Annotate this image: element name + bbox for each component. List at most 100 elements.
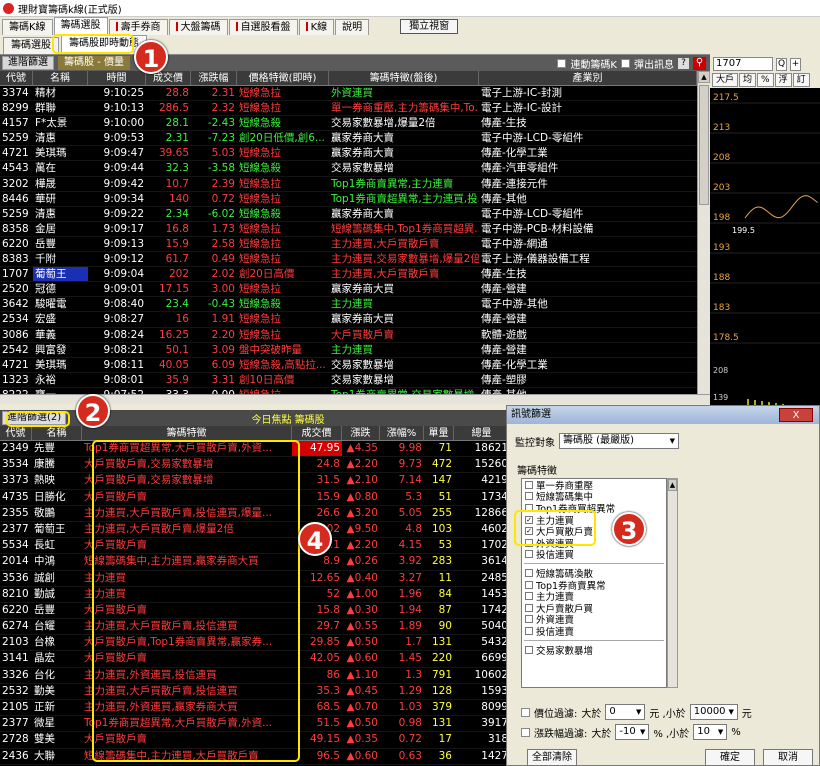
cell: 39.65 bbox=[158, 147, 189, 160]
checkbox-icon[interactable] bbox=[525, 626, 533, 635]
col-header[interactable]: 時間 bbox=[88, 71, 146, 85]
cell: 4157 bbox=[2, 117, 29, 130]
tab-label: 說明 bbox=[342, 22, 363, 33]
col-header[interactable]: 漲跌 bbox=[342, 426, 380, 440]
checkbox-icon[interactable] bbox=[525, 645, 533, 654]
col-header[interactable]: 代號 bbox=[0, 426, 32, 440]
col-header[interactable]: 成交價 bbox=[292, 426, 342, 440]
cell: 16 bbox=[175, 313, 189, 326]
col-header[interactable]: 單量 bbox=[424, 426, 454, 440]
tab-5[interactable]: K線 bbox=[298, 19, 335, 35]
col-header[interactable]: 名稱 bbox=[33, 71, 88, 85]
table-row[interactable]: 8383 千附 9:09:12 61.7 0.49 短線急拉 主力連買,交易家數暴增,爆量2… bbox=[0, 252, 697, 268]
subtab-chip-select[interactable]: 籌碼選股 bbox=[3, 37, 59, 54]
scroll-up-icon[interactable]: ▲ bbox=[698, 71, 710, 83]
price-min-select[interactable]: 0 ▼ bbox=[605, 704, 646, 720]
table-row[interactable]: 2534 宏盛 9:08:27 16 1.91 短線急拉 贏家券商大買 傳產-營建 bbox=[0, 312, 697, 328]
link-chipk-checkbox[interactable] bbox=[557, 58, 567, 68]
table-row[interactable]: 3374 精材 9:10:25 28.8 2.31 短線急拉 外資連買 電子上游-IC-封測 bbox=[0, 86, 697, 102]
price-min-value: 0 bbox=[609, 706, 616, 717]
tab-3[interactable]: 大盤籌碼 bbox=[168, 19, 228, 35]
chip-feature-item[interactable]: 交易家數暴增 bbox=[522, 644, 666, 657]
table-row[interactable]: 2520 冠德 9:09:01 17.15 3.00 短線急拉 贏家券商大買 傳產-營建 bbox=[0, 282, 697, 298]
col-header[interactable]: 漲幅% bbox=[380, 426, 424, 440]
checkbox-icon[interactable] bbox=[525, 492, 533, 501]
table-row[interactable]: 1323 永裕 9:08:01 35.9 3.31 創10日高價 交易家數暴增 傳產-塑膠 bbox=[0, 373, 697, 388]
search-icon[interactable]: ⚲ bbox=[693, 56, 706, 70]
table-row[interactable]: 4721 美琪瑪 9:09:47 39.65 5.03 短線急拉 贏家券商大賣 傳產-化學工業 bbox=[0, 146, 697, 162]
checkbox-icon[interactable] bbox=[525, 615, 533, 624]
stock-search-icon[interactable]: Q bbox=[776, 57, 787, 71]
table-row[interactable]: 3086 華義 9:08:24 16.25 2.20 短線急拉 大戶買散戶賣 軟體-遊戲 bbox=[0, 328, 697, 343]
chip-feature-item[interactable]: 投信連賣 bbox=[522, 625, 666, 638]
table-row[interactable]: 3642 駿曜電 9:08:40 23.4 -0.43 短線急殺 主力連買 電子中游-其他 bbox=[0, 297, 697, 313]
checkbox-icon[interactable] bbox=[525, 592, 533, 601]
col-header[interactable]: 名稱 bbox=[32, 426, 82, 440]
clear-all-button[interactable]: 全部清除 bbox=[527, 749, 577, 766]
col-header[interactable]: 籌碼特徵 bbox=[82, 426, 292, 440]
table-row[interactable]: 8358 金居 9:09:17 16.8 1.73 短線急拉 短線籌碼集中,Top1券商買超… bbox=[0, 222, 697, 237]
tab-6[interactable]: 說明 bbox=[335, 19, 370, 35]
checkbox-icon[interactable] bbox=[525, 550, 533, 559]
table-row[interactable]: 4157 F*太景 9:10:00 28.1 -2.43 短線急殺 交易家數暴增,爆量2倍 傳… bbox=[0, 116, 697, 132]
popout-window-button[interactable]: 獨立視窗 bbox=[400, 18, 459, 34]
checkbox-icon[interactable] bbox=[525, 580, 533, 589]
chart-mode-button[interactable]: % bbox=[757, 73, 774, 87]
table-row[interactable]: 5259 清惠 9:09:53 2.31 -7.23 創20日低價,創6... 贏家券商大賣… bbox=[0, 131, 697, 147]
list-scrollbar[interactable]: ▲ bbox=[667, 478, 678, 688]
col-header[interactable]: 籌碼特徵(盤後) bbox=[329, 71, 479, 85]
table-row[interactable]: 4543 萬在 9:09:44 32.3 -3.58 短線急殺 交易家數暴增 傳產-汽車零組件 bbox=[0, 161, 697, 177]
realtime-vscrollbar[interactable]: ▲ bbox=[697, 71, 710, 394]
checkbox-icon[interactable] bbox=[525, 568, 533, 577]
chart-mode-button[interactable]: 大戶 bbox=[712, 73, 739, 87]
tab-1[interactable]: 籌碼選股 bbox=[53, 17, 108, 35]
chart-mode-button[interactable]: 浮 bbox=[774, 73, 792, 87]
table-row[interactable]: 8446 華研 9:09:34 140 0.72 短線急拉 Top1券商賣超異常,主力連買,… bbox=[0, 192, 697, 207]
table-row[interactable]: 6220 岳豐 9:09:13 15.9 2.58 短線急拉 主力連買,大戶買散戶賣 電子中游… bbox=[0, 237, 697, 253]
change-filter-checkbox[interactable] bbox=[521, 727, 530, 737]
col-header[interactable]: 代號 bbox=[0, 71, 33, 85]
highlight-checked-items bbox=[514, 510, 596, 546]
checkbox-icon[interactable] bbox=[525, 480, 533, 489]
table-row[interactable]: 4721 美琪瑪 9:08:11 40.05 6.09 短線急殺,高點拉... 交易家數暴增… bbox=[0, 358, 697, 373]
stock-code-input[interactable]: 1707 bbox=[713, 57, 773, 71]
tab-0[interactable]: 籌碼K線 bbox=[2, 19, 53, 35]
cell: 3202 bbox=[2, 177, 29, 190]
ok-button[interactable]: 確定 bbox=[705, 749, 755, 766]
tab-2[interactable]: 壽手券商 bbox=[108, 19, 168, 35]
popup-msg-checkbox[interactable] bbox=[621, 58, 630, 68]
col-header[interactable]: 總量 bbox=[454, 426, 510, 440]
col-header[interactable]: 價格特徵(即時) bbox=[237, 71, 329, 85]
table-row[interactable]: 8299 群聯 9:10:13 286.5 2.32 短線急拉 單一券商重壓,主力籌碼集中,… bbox=[0, 101, 697, 117]
change-max-select[interactable]: 10 ▼ bbox=[693, 724, 728, 740]
chip-feature-item[interactable]: 投信連買 bbox=[522, 549, 666, 561]
list-scroll-up-icon[interactable]: ▲ bbox=[668, 479, 677, 491]
tab-label: 籌碼K線 bbox=[9, 22, 46, 33]
col-header[interactable]: 產業別 bbox=[479, 71, 697, 85]
advanced-filter-button[interactable]: 進階篩選 bbox=[2, 56, 54, 70]
table-row[interactable]: 5259 清惠 9:09:22 2.34 -6.02 短線急殺 贏家券商大賣 電子中游-LCD… bbox=[0, 207, 697, 222]
table-row[interactable]: 1707 葡萄王 9:09:04 202 2.02 創20日高價 主力連買,大戶買散戶賣 傳產… bbox=[0, 267, 697, 283]
chart-mode-button[interactable]: 均 bbox=[739, 73, 757, 87]
col-header[interactable]: 漲跌幅 bbox=[191, 71, 237, 85]
add-icon[interactable]: + bbox=[790, 57, 801, 71]
change-min-select[interactable]: -10 ▼ bbox=[615, 724, 650, 740]
cell: 駿曜電 bbox=[35, 298, 67, 311]
help-icon[interactable]: ? bbox=[678, 57, 689, 69]
cell: 11 bbox=[438, 571, 452, 584]
table-row[interactable]: 2542 興富發 9:08:21 50.1 3.09 盤中突破昨量 主力連買 傳產-營建 bbox=[0, 343, 697, 358]
cell: 9:09:47 bbox=[103, 147, 144, 160]
table-row[interactable]: 3202 樺晟 9:09:42 10.7 2.39 短線急拉 Top1券商賣異常,主力連賣 傳… bbox=[0, 177, 697, 192]
cell: 8299 bbox=[2, 102, 29, 115]
cell: 2542 bbox=[2, 343, 29, 356]
cell: ▲1.00 bbox=[346, 587, 378, 600]
cancel-button[interactable]: 取消 bbox=[763, 749, 813, 766]
chart-mode-button[interactable]: 訂 bbox=[792, 73, 810, 87]
close-icon[interactable]: X bbox=[779, 408, 813, 422]
tab-4[interactable]: 自選股看盤 bbox=[228, 19, 298, 35]
scroll-thumb[interactable] bbox=[699, 85, 709, 205]
checkbox-icon[interactable] bbox=[525, 603, 533, 612]
price-max-select[interactable]: 10000 ▼ bbox=[689, 704, 738, 720]
price-filter-checkbox[interactable] bbox=[521, 707, 530, 717]
target-select[interactable]: 籌碼股 (最嚴版) ▼ bbox=[559, 433, 679, 449]
